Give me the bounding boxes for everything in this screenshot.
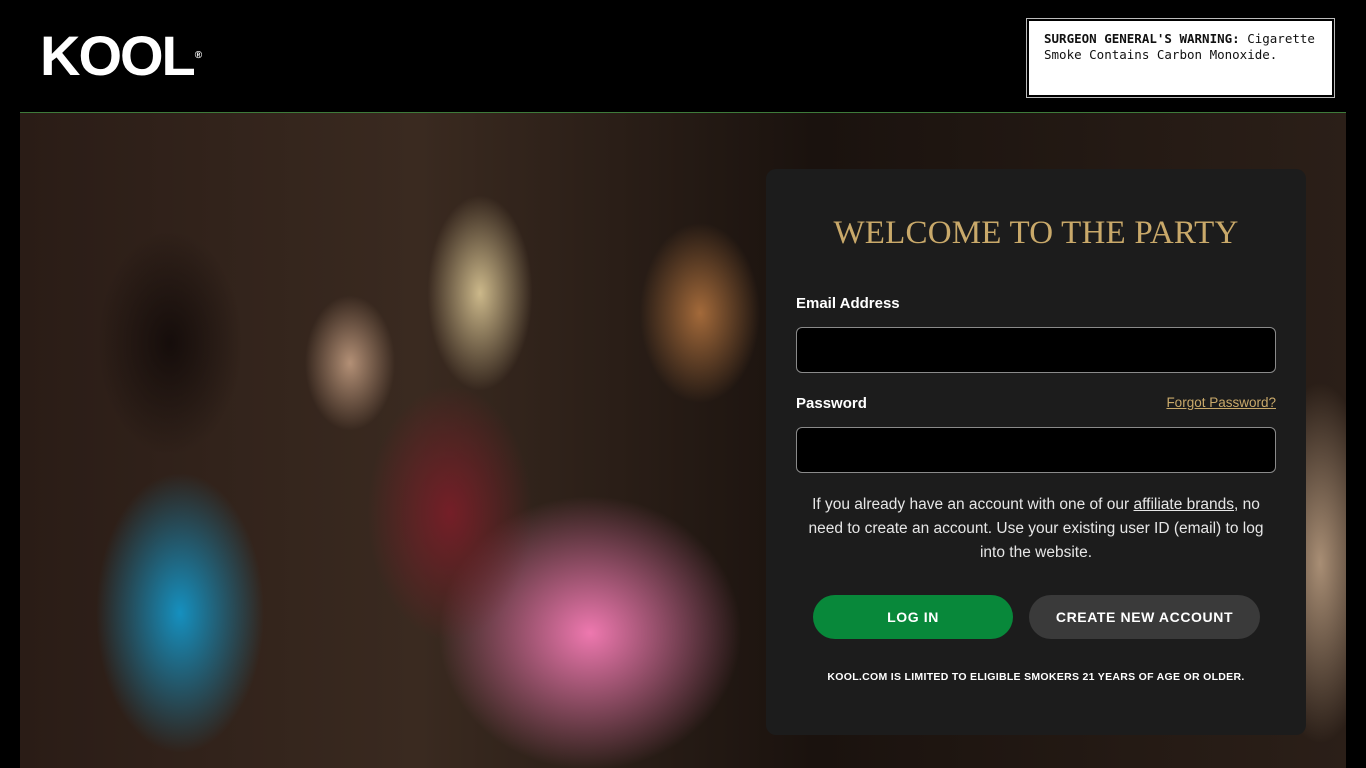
site-header: KOOL® SURGEON GENERAL'S WARNING: Cigaret… xyxy=(0,0,1366,112)
kool-logo[interactable]: KOOL® xyxy=(40,28,202,84)
login-card: WELCOME TO THE PARTY Email Address Passw… xyxy=(766,169,1306,735)
affiliate-brands-link[interactable]: affiliate brands xyxy=(1134,496,1235,513)
password-label: Password xyxy=(796,395,867,412)
password-field[interactable] xyxy=(796,427,1276,473)
log-in-button[interactable]: LOG IN xyxy=(813,595,1013,639)
affiliate-note-before: If you already have an account with one … xyxy=(812,496,1134,513)
email-label: Email Address xyxy=(796,295,900,312)
surgeon-general-warning: SURGEON GENERAL'S WARNING: Cigarette Smo… xyxy=(1026,18,1335,98)
login-title: WELCOME TO THE PARTY xyxy=(833,215,1239,251)
email-field[interactable] xyxy=(796,327,1276,373)
warning-text-line1: Cigarette xyxy=(1247,31,1315,46)
affiliate-note: If you already have an account with one … xyxy=(796,493,1276,565)
registered-mark: ® xyxy=(194,50,203,61)
age-restriction-notice: KOOL.COM IS LIMITED TO ELIGIBLE SMOKERS … xyxy=(827,671,1245,683)
warning-text-line2: Smoke Contains Carbon Monoxide. xyxy=(1044,47,1278,62)
create-account-button[interactable]: CREATE NEW ACCOUNT xyxy=(1029,595,1260,639)
forgot-password-link[interactable]: Forgot Password? xyxy=(1166,395,1276,410)
logo-text: KOOL xyxy=(40,24,196,87)
warning-heading: SURGEON GENERAL'S WARNING: xyxy=(1044,31,1240,46)
